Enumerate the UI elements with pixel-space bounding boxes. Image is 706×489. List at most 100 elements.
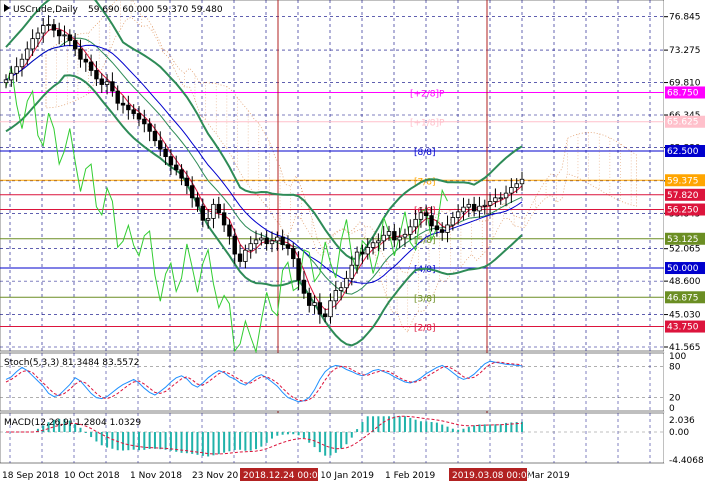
time-axis-label: 10 Oct 2018 [64, 471, 120, 481]
level-label-l3: [3/8] [414, 294, 436, 304]
level-label-p2: [+2/8]P [410, 89, 445, 99]
macd-histogram-bar [90, 432, 93, 438]
candle-body [243, 249, 248, 262]
candle-body [83, 58, 88, 63]
macd-histogram-bar [286, 432, 289, 435]
macd-scale: 2.0360.00-4.4068 [664, 413, 706, 466]
candle-body [285, 244, 291, 249]
macd-histogram-bar [276, 432, 279, 436]
candle-body [269, 240, 275, 245]
macd-histogram-bar [499, 424, 502, 432]
candle-body [471, 203, 477, 212]
candle-body [280, 236, 285, 246]
macd-histogram-bar [403, 416, 406, 432]
macd-histogram-bar [111, 432, 114, 449]
candle-body [189, 185, 195, 199]
macd-histogram-bar [313, 432, 316, 448]
candle-body [424, 212, 429, 216]
macd-histogram-bar [95, 432, 98, 442]
candle-body [99, 78, 104, 85]
macd-histogram-bar [356, 429, 359, 432]
candle-body [413, 218, 418, 228]
macd-histogram-bar [207, 432, 210, 457]
candle-body [408, 226, 413, 235]
price-tag-label: 62.500 [667, 147, 699, 157]
candle-body [184, 177, 190, 187]
candle-body [67, 34, 73, 41]
price-tick-label: 73.275 [669, 46, 701, 56]
macd-histogram-bar [132, 432, 135, 450]
time-axis-label: 1 Nov 2018 [130, 471, 182, 481]
macd-histogram-bar [462, 428, 465, 432]
macd-histogram-bar [318, 432, 321, 453]
stoch-tick-label: 100 [669, 352, 686, 362]
macd-histogram-bar [430, 421, 433, 432]
candle-body [104, 81, 110, 85]
macd-histogram-bar [153, 432, 156, 449]
macd-histogram-bar [212, 432, 215, 456]
candle-body [291, 247, 296, 260]
stoch-tick-label: 80 [669, 362, 681, 372]
chart-canvas[interactable]: [+2/8]P[+1/8]P[8/8][7/8][6/8][5/8][4/8][… [0, 0, 706, 486]
price-tag-label: 57.820 [667, 191, 699, 201]
price-tag-label: 46.875 [667, 293, 699, 303]
candle-body [370, 242, 376, 248]
stochastic-panel[interactable]: Stoch(5,3,3) 81.3484 83.5572 [0, 352, 665, 412]
candle-body [349, 264, 354, 279]
candle-body [30, 38, 35, 50]
price-tag-label: 43.750 [667, 323, 699, 333]
macd-histogram-bar [451, 428, 454, 432]
price-panel-frame [0, 0, 665, 352]
candle-body [168, 156, 174, 166]
macd-histogram-bar [281, 432, 284, 435]
candle-body [216, 203, 221, 214]
mt4-chart-window[interactable]: [+2/8]P [+1/8]P [8/8] [7/8] [6/8] [5/8] [4/8][… [0, 0, 706, 486]
candle-body [3, 79, 9, 84]
macd-label: MACD(12,26,9) 1.2804 1.0329 [4, 418, 141, 428]
time-marker-label: 2018.12.24 00:00 [243, 471, 324, 481]
macd-histogram-bar [148, 432, 151, 449]
chart-header: USCrude,Daily 59.690 60.000 59.370 59.48… [4, 4, 223, 15]
macd-histogram-bar [249, 432, 252, 451]
candle-body [126, 104, 131, 111]
candle-body [514, 183, 519, 188]
candle-body [195, 197, 200, 207]
candle-body [466, 203, 472, 208]
candle-body [78, 48, 83, 60]
macd-tick-label: 0.00 [669, 428, 689, 438]
price-tag-label: 59.375 [667, 176, 699, 186]
candle-body [19, 58, 25, 68]
price-tick-label: 48.600 [669, 277, 701, 287]
candle-body [25, 48, 30, 60]
macd-histogram-bar [159, 432, 162, 450]
candle-body [498, 197, 503, 200]
level-label-l2: [2/8] [414, 324, 436, 334]
candle-body [14, 66, 19, 74]
macd-histogram-bar [265, 432, 268, 443]
price-tick-label: 76.845 [669, 13, 701, 23]
candle-body [248, 243, 253, 251]
macd-panel[interactable]: MACD(12,26,9) 1.2804 1.0329 [0, 412, 665, 464]
price-tick-label: 45.030 [669, 311, 701, 321]
macd-histogram-bar [483, 424, 486, 432]
candle-body [493, 197, 498, 202]
macd-histogram-bar [494, 424, 497, 432]
macd-histogram-bar [398, 416, 401, 432]
price-tag-label: 56.250 [667, 206, 699, 216]
candle-body [72, 40, 78, 50]
macd-histogram-bar [324, 432, 327, 456]
macd-histogram-bar [329, 432, 332, 456]
price-tag-label: 50.000 [667, 264, 699, 274]
candle-body [227, 224, 232, 237]
macd-histogram-bar [260, 432, 263, 447]
time-axis[interactable]: 18 Sep 2018 10 Oct 2018 1 Nov 2018 23 Nov 2… [0, 464, 706, 486]
symbol-label: USCrude,Daily [13, 5, 79, 15]
candle-body [440, 229, 445, 233]
candle-body [429, 215, 434, 227]
macd-histogram-bar [441, 424, 444, 432]
candle-body [179, 169, 184, 179]
candle-body [152, 130, 158, 142]
macd-histogram-bar [340, 432, 343, 449]
level-label-l8: [8/8] [414, 148, 436, 158]
candle-body [131, 109, 136, 114]
